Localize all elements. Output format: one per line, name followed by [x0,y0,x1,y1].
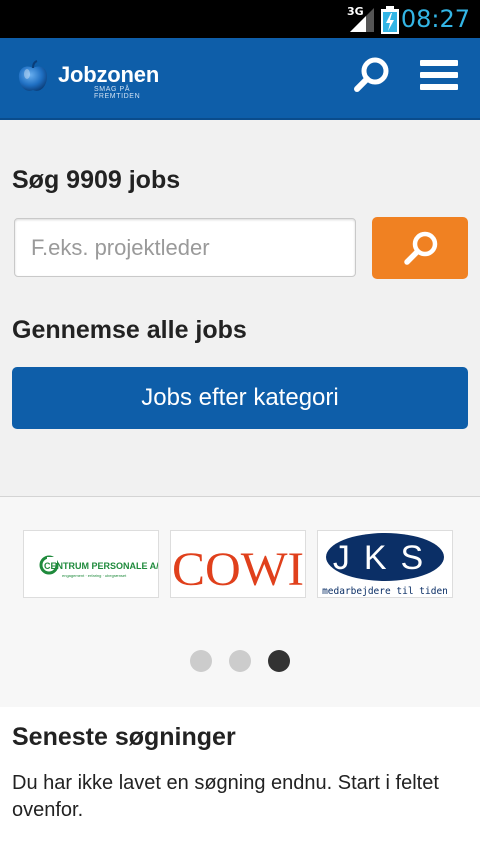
hamburger-line [420,72,458,78]
centrum-logo: CENTRUM PERSONALE A/S engagement · erfar… [39,555,158,578]
brand-tagline: SMAG PÅ FREMTIDEN [94,86,141,100]
company-logo-jks[interactable]: JKS medarbejdere til tiden [317,530,453,598]
status-bar: 3G 08:27 [0,0,480,38]
battery-charging-icon [381,6,399,34]
recent-searches-heading: Seneste søgninger [12,723,236,751]
cowi-logo-text: COWI [172,543,304,596]
centrum-logo-name: CENTRUM PERSONALE A/S [44,561,158,571]
jobs-by-category-button[interactable]: Jobs efter kategori [12,367,468,429]
job-search-input[interactable] [14,218,356,277]
search-submit-button[interactable] [372,217,468,279]
apple-logo-icon [18,60,48,91]
jks-logo-text: JKS [333,539,437,577]
jobzonen-logo[interactable]: Jobzonen SMAG PÅ FREMTIDEN [16,58,176,100]
recent-searches-section: Seneste søgninger Du har ikke lavet en s… [0,707,480,854]
hamburger-line [420,60,458,66]
search-icon [404,231,438,265]
carousel-dot-2[interactable] [229,650,251,672]
jks-logo-sub: medarbejdere til tiden [322,586,448,597]
menu-button[interactable] [420,60,458,92]
carousel-dot-3-active[interactable] [268,650,290,672]
recent-searches-empty-text: Du har ikke lavet en søgning endnu. Star… [12,772,439,821]
centrum-logo-sub: engagement · erfaring · ubegrænset [62,573,127,578]
company-logo-centrum[interactable]: CENTRUM PERSONALE A/S engagement · erfar… [23,530,159,598]
company-logo-cowi[interactable]: COWI [170,530,306,598]
cowi-logo: COWI [172,543,304,596]
search-icon [354,57,389,92]
brand-name: Jobzonen [58,62,160,87]
app-bar: Jobzonen SMAG PÅ FREMTIDEN [0,38,480,120]
clock: 08:27 [400,5,470,33]
search-heading: Søg 9909 jobs [12,166,181,194]
company-logo-carousel[interactable]: CENTRUM PERSONALE A/S engagement · erfar… [0,496,480,708]
signal-icon [350,8,374,32]
header-search-button[interactable] [352,56,392,96]
jks-logo: JKS medarbejdere til tiden [322,533,448,597]
carousel-dot-1[interactable] [190,650,212,672]
hamburger-line [420,84,458,90]
browse-heading: Gennemse alle jobs [12,316,247,344]
